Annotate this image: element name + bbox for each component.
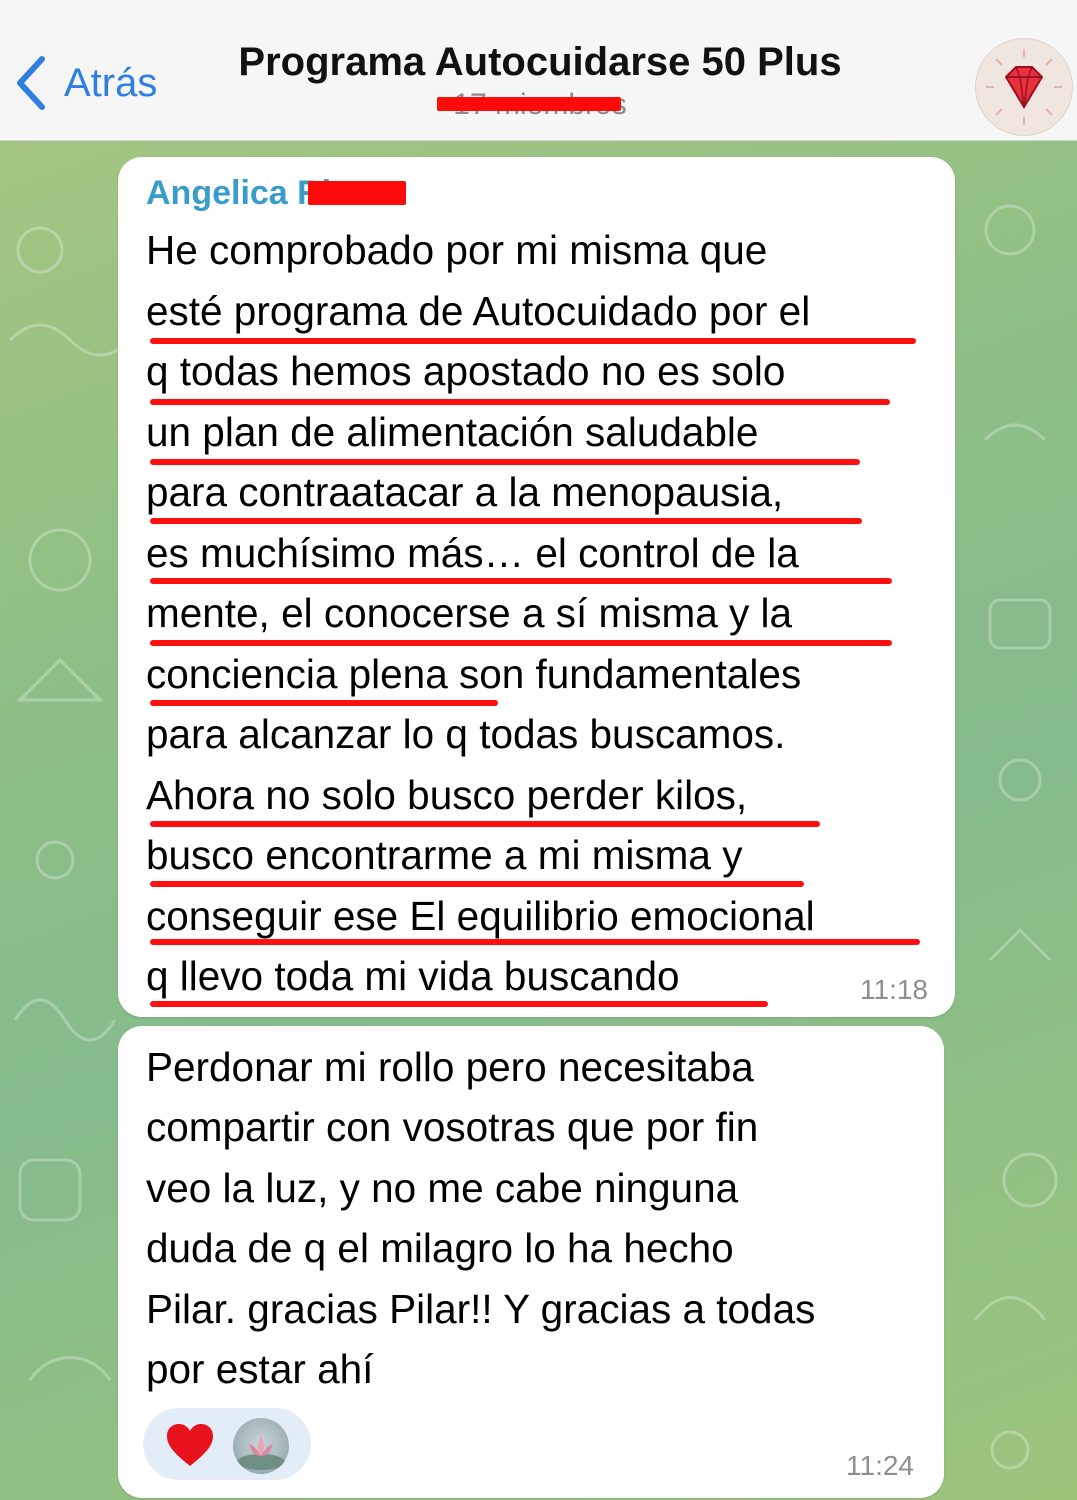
message-line: para alcanzar lo q todas buscamos. (146, 711, 786, 757)
message-line: duda de q el milagro lo ha hecho (146, 1225, 734, 1271)
annotation-underline (150, 338, 916, 344)
annotation-underline (150, 700, 498, 706)
message-line: para contraatacar a la menopausia, (146, 469, 784, 515)
redaction-bar (308, 181, 406, 205)
message-line: por estar ahí (146, 1346, 374, 1392)
annotation-underline (150, 518, 862, 524)
message-line: compartir con vosotras que por fin (146, 1104, 759, 1150)
annotation-underline (150, 459, 860, 465)
message-line: q todas hemos apostado no es solo (146, 348, 786, 394)
message-line: Ahora no solo busco perder kilos, (146, 772, 748, 818)
message-line: Pilar. gracias Pilar!! Y gracias a todas (146, 1286, 816, 1332)
ruby-gem-icon (986, 49, 1062, 125)
group-avatar[interactable] (975, 38, 1073, 136)
annotation-underline (150, 821, 820, 827)
back-button[interactable]: Atrás (10, 48, 185, 118)
annotation-underline (150, 640, 892, 646)
annotation-underline (150, 578, 892, 584)
message-line: veo la luz, y no me cabe ninguna (146, 1165, 739, 1211)
message-line: busco encontrarme a mi misma y (146, 832, 743, 878)
lotus-flower-icon (237, 1436, 285, 1470)
message-bubble[interactable] (118, 157, 955, 1017)
message-line: He comprobado por mi misma que (146, 227, 768, 273)
reaction-pill[interactable] (143, 1408, 311, 1480)
chat-header: Atrás Programa Autocuidarse 50 Plus 17 m… (0, 0, 1077, 141)
message-timestamp: 11:18 (860, 974, 928, 1005)
chevron-left-icon (17, 56, 45, 110)
reactor-avatar[interactable] (233, 1418, 289, 1474)
message-line: un plan de alimentación saludable (146, 409, 759, 455)
redaction-bar (437, 97, 621, 111)
back-label: Atrás (64, 60, 158, 105)
message-line: conciencia plena son fundamentales (146, 651, 802, 697)
message-line: mente, el conocerse a sí misma y la (146, 590, 793, 636)
group-title[interactable]: Programa Autocuidarse 50 Plus (200, 40, 880, 85)
message-line: esté programa de Autocuidado por el (146, 288, 811, 334)
annotation-underline (150, 399, 890, 405)
annotation-underline (150, 1001, 768, 1007)
message-line: Perdonar mi rollo pero necesitaba (146, 1044, 754, 1090)
red-heart-icon (167, 1424, 213, 1466)
annotation-underline (150, 881, 804, 887)
message-timestamp: 11:24 (846, 1450, 914, 1481)
message-line: es muchísimo más… el control de la (146, 530, 799, 576)
message-line: q llevo toda mi vida buscando (146, 953, 680, 999)
message-line: conseguir ese El equilibrio emocional (146, 893, 815, 939)
annotation-underline (150, 939, 920, 945)
